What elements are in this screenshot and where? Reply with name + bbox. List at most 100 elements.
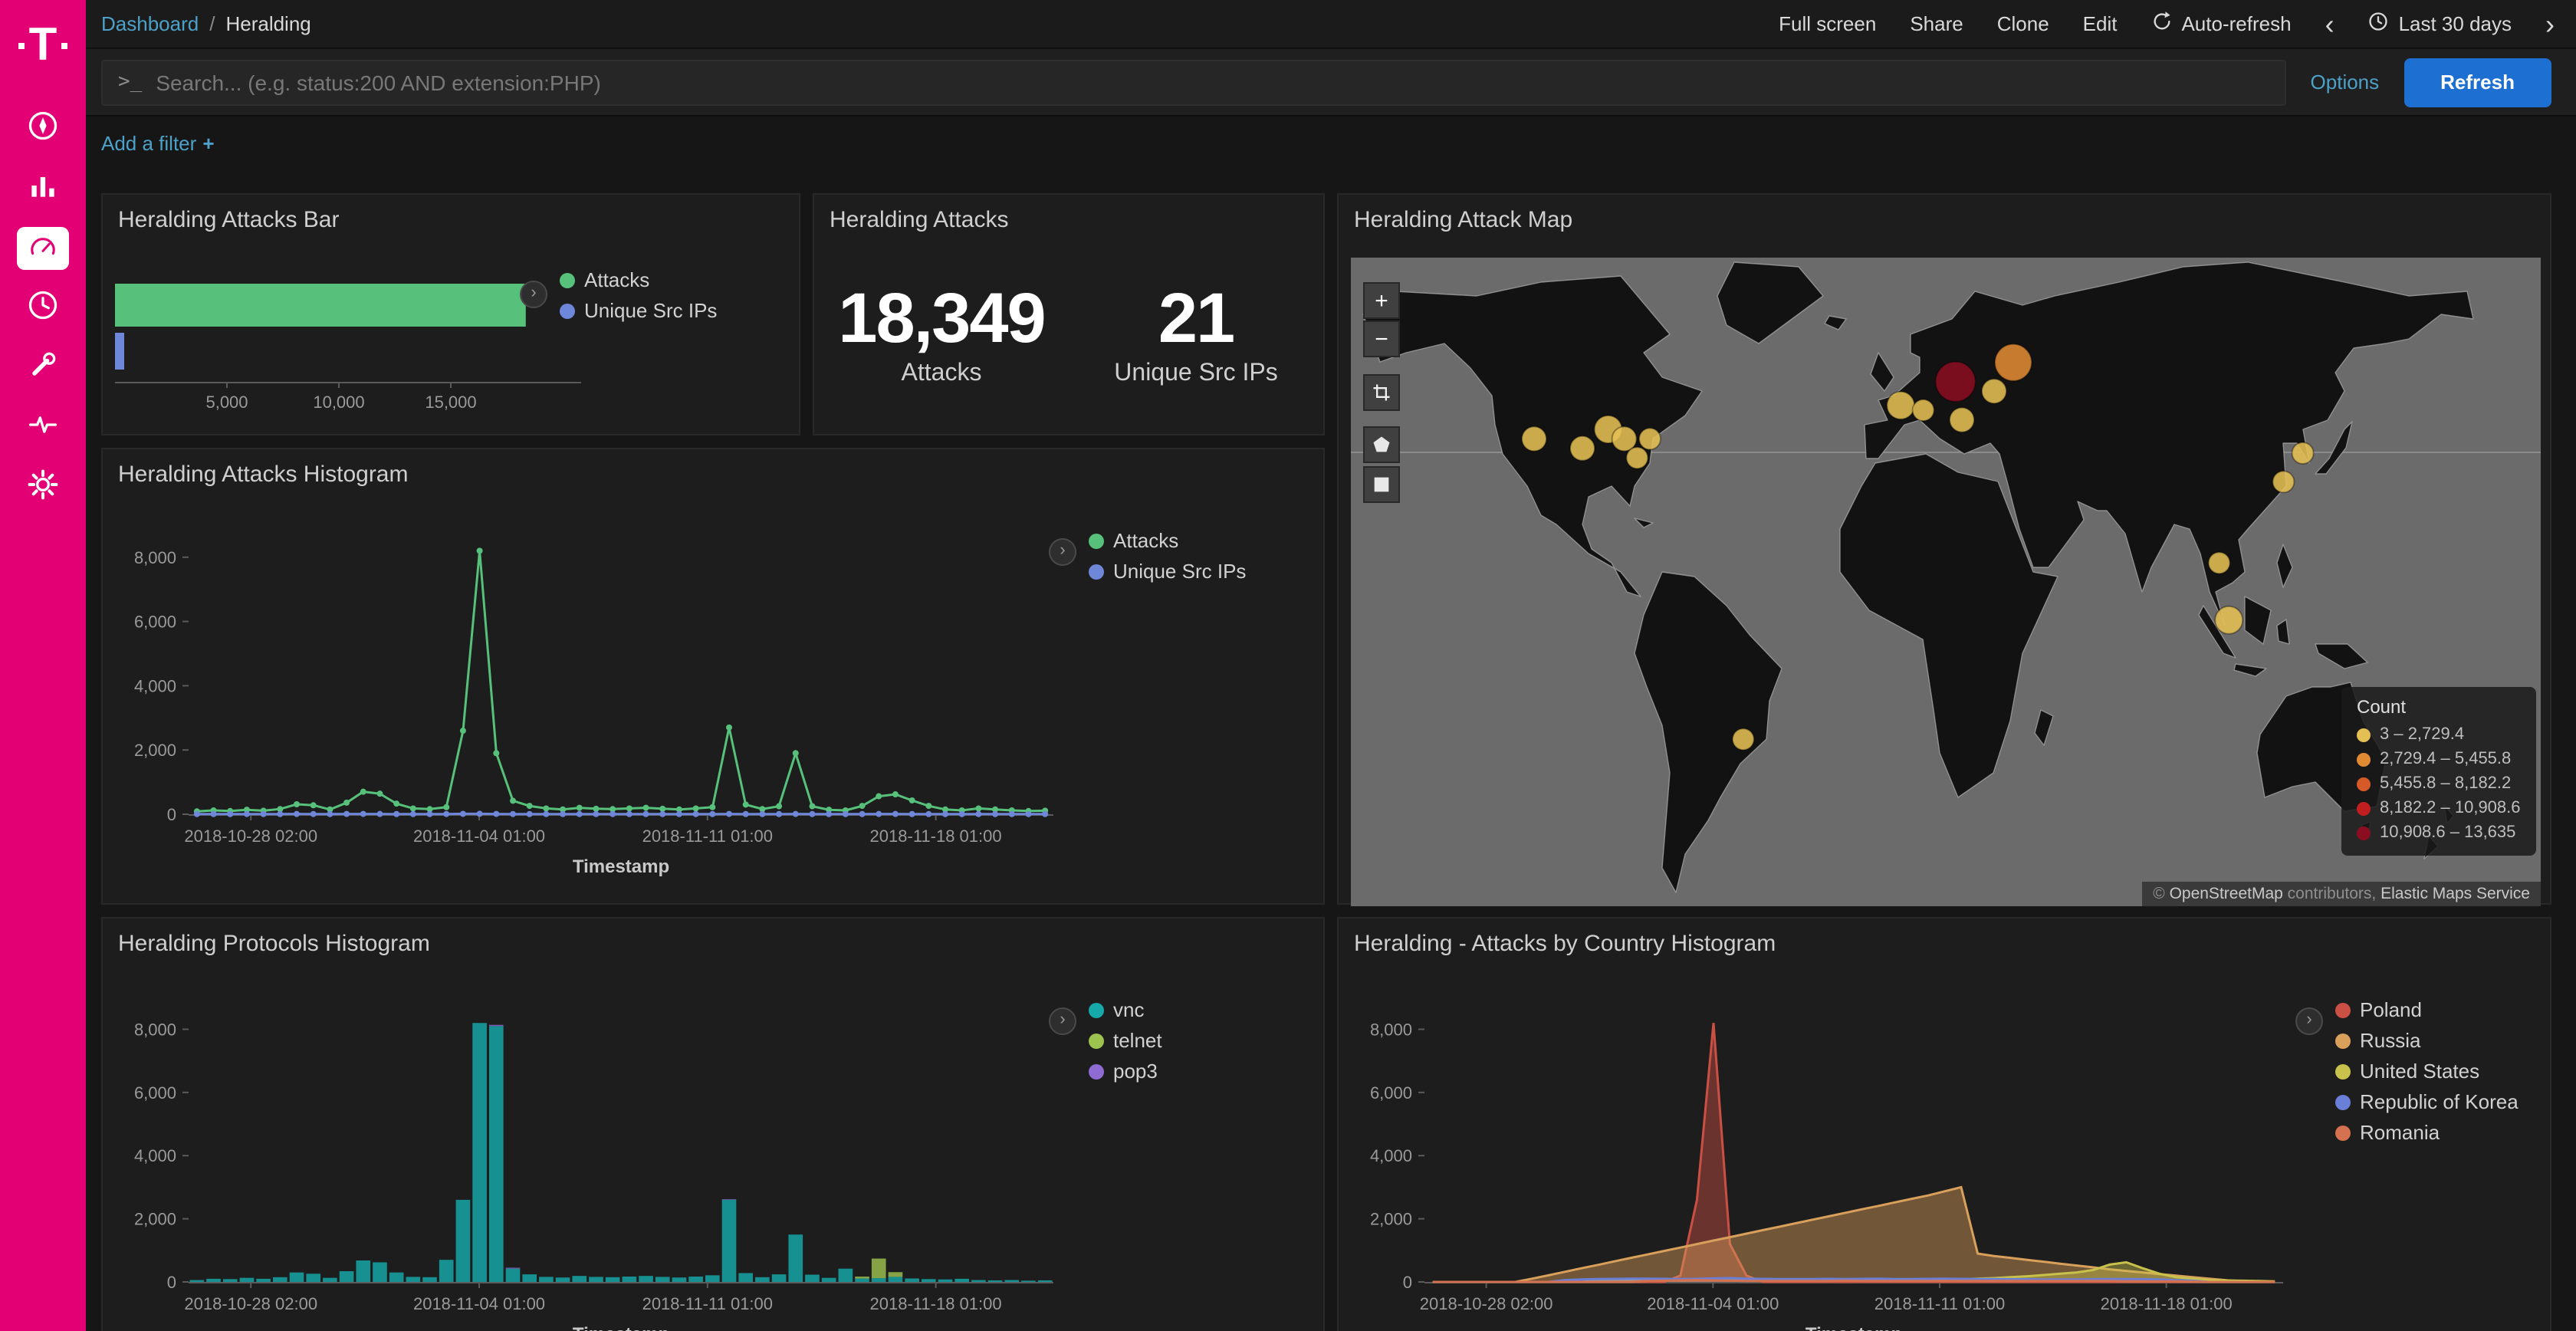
kibana-dashboard: T Dashboar	[0, 0, 2576, 1331]
svg-text:2018-11-04 01:00: 2018-11-04 01:00	[1647, 1294, 1779, 1313]
panel-heralding-country-histogram: Heralding - Attacks by Country Histogram…	[1337, 917, 2551, 1331]
legend-label: pop3	[1113, 1060, 1158, 1083]
legend-item[interactable]: United States	[2335, 1060, 2518, 1083]
time-range-picker[interactable]: Last 30 days	[2368, 11, 2512, 37]
metric-value: 21	[1069, 276, 1323, 359]
elastic-maps-service-link[interactable]: Elastic Maps Service	[2380, 885, 2530, 903]
search-box: >_	[101, 59, 2286, 105]
svg-text:Timestamp: Timestamp	[1806, 1324, 1902, 1331]
svg-text:2018-10-28 02:00: 2018-10-28 02:00	[184, 827, 317, 846]
clone-button[interactable]: Clone	[1997, 12, 2049, 35]
legend-color-dot	[2357, 728, 2371, 741]
sidebar-item-discover[interactable]	[0, 110, 86, 147]
legend-label: Unique Src IPs	[584, 299, 717, 322]
svg-text:0: 0	[167, 1273, 176, 1292]
query-prompt-icon: >_	[118, 71, 142, 94]
sidebar-item-dev-tools[interactable]	[0, 350, 86, 386]
legend-item[interactable]: Poland	[2335, 998, 2518, 1021]
legend-color-dot	[2357, 777, 2371, 790]
svg-text:2,000: 2,000	[134, 1210, 176, 1229]
svg-text:2018-11-11 01:00: 2018-11-11 01:00	[1875, 1294, 2005, 1313]
breadcrumb-current: Heralding	[225, 12, 310, 35]
auto-refresh-button[interactable]: Auto-refresh	[2150, 11, 2291, 37]
legend-toggle-icon[interactable]: ›	[1049, 1007, 1076, 1035]
legend-item[interactable]: telnet	[1089, 1029, 1162, 1052]
panel-heralding-attacks-metric: Heralding Attacks 18,349 Attacks 21 Uniq…	[813, 193, 1325, 435]
svg-text:8,000: 8,000	[1370, 1020, 1412, 1039]
legend-toggle-icon[interactable]: ›	[520, 281, 547, 308]
time-forward-button[interactable]: ›	[2545, 10, 2555, 38]
legend-color-dot	[2357, 752, 2371, 766]
metric-label: Unique Src IPs	[1069, 360, 1323, 388]
metric-attacks: 18,349 Attacks	[814, 276, 1069, 388]
refresh-button[interactable]: Refresh	[2404, 58, 2551, 107]
legend-label: vnc	[1113, 998, 1144, 1021]
svg-text:8,000: 8,000	[134, 1020, 176, 1039]
search-input[interactable]	[156, 70, 2284, 94]
legend-item[interactable]: Unique Src IPs	[1089, 560, 1246, 583]
legend-label: United States	[2360, 1060, 2479, 1083]
svg-text:2018-11-11 01:00: 2018-11-11 01:00	[642, 827, 773, 846]
time-back-button[interactable]: ‹	[2325, 10, 2334, 38]
draw-rectangle-button[interactable]	[1363, 466, 1400, 503]
breadcrumb-dashboard[interactable]: Dashboard	[101, 12, 199, 35]
svg-text:4,000: 4,000	[134, 1146, 176, 1165]
world-map[interactable]: + − Count 3 – 2,729.4 2,729.4 – 5,455.8 …	[1351, 258, 2541, 906]
legend-color-dot	[2357, 801, 2371, 815]
legend-item: 5,455.8 – 8,182.2	[2357, 771, 2521, 796]
query-options-link[interactable]: Options	[2311, 71, 2380, 94]
draw-polygon-button[interactable]	[1363, 426, 1400, 463]
topbar-actions: Full screen Share Clone Edit Auto-refres…	[1779, 10, 2555, 38]
svg-text:4,000: 4,000	[134, 676, 176, 695]
map-attribution: © OpenStreetMap contributors, Elastic Ma…	[2142, 882, 2541, 906]
full-screen-button[interactable]: Full screen	[1779, 12, 1876, 35]
bar-chart-icon	[26, 168, 60, 209]
legend-item[interactable]: pop3	[1089, 1060, 1162, 1083]
dashboard-gauge-icon	[17, 227, 69, 270]
legend-label: Russia	[2360, 1029, 2421, 1052]
sidebar: T	[0, 0, 86, 1331]
sidebar-item-management[interactable]	[0, 469, 86, 506]
filter-bar: Add a filter+	[86, 117, 215, 169]
svg-text:2018-10-28 02:00: 2018-10-28 02:00	[184, 1294, 317, 1313]
telekom-logo[interactable]: T	[0, 0, 86, 92]
sidebar-item-monitoring[interactable]	[0, 409, 86, 446]
zoom-out-button[interactable]: −	[1363, 320, 1400, 357]
legend-color-dot	[1089, 1063, 1104, 1079]
sidebar-item-visualize[interactable]	[0, 170, 86, 207]
legend-label: Poland	[2360, 998, 2422, 1021]
panel-heralding-attacks-histogram: Heralding Attacks Histogram 02,0004,0006…	[101, 448, 1325, 905]
legend-toggle-icon[interactable]: ›	[1049, 538, 1076, 566]
legend-item[interactable]: Attacks	[560, 268, 717, 291]
legend-item[interactable]: vnc	[1089, 998, 1162, 1021]
sidebar-item-dashboard[interactable]	[0, 230, 86, 267]
legend-label: Unique Src IPs	[1113, 560, 1246, 583]
panel-title: Heralding Attacks Histogram	[103, 449, 1323, 491]
logo-dot	[18, 43, 25, 49]
legend-item[interactable]: Republic of Korea	[2335, 1090, 2518, 1113]
legend-color-dot	[1089, 533, 1104, 548]
legend-item[interactable]: Attacks	[1089, 529, 1246, 552]
legend-item: 3 – 2,729.4	[2357, 722, 2521, 747]
legend-item[interactable]: Russia	[2335, 1029, 2518, 1052]
legend-color-dot	[1089, 564, 1104, 579]
svg-text:2018-10-28 02:00: 2018-10-28 02:00	[1420, 1294, 1553, 1313]
panel-heralding-protocols-histogram: Heralding Protocols Histogram 02,0004,00…	[101, 917, 1325, 1331]
attacks-bar-chart[interactable]: 5,00010,00015,000	[103, 232, 802, 419]
legend-item[interactable]: Romania	[2335, 1121, 2518, 1144]
svg-text:2,000: 2,000	[134, 741, 176, 760]
svg-text:2018-11-04 01:00: 2018-11-04 01:00	[413, 827, 545, 846]
metric-label: Attacks	[814, 360, 1069, 388]
legend-item[interactable]: Unique Src IPs	[560, 299, 717, 322]
svg-text:4,000: 4,000	[1370, 1146, 1412, 1165]
wrench-icon	[26, 347, 60, 389]
zoom-in-button[interactable]: +	[1363, 282, 1400, 319]
fit-bounds-button[interactable]	[1363, 374, 1400, 411]
openstreetmap-link[interactable]: OpenStreetMap	[2170, 885, 2283, 903]
sidebar-item-timelion[interactable]	[0, 290, 86, 327]
share-button[interactable]: Share	[1910, 12, 1963, 35]
legend-toggle-icon[interactable]: ›	[2295, 1007, 2323, 1035]
add-filter-link[interactable]: Add a filter+	[101, 131, 215, 154]
legend-label: Attacks	[1113, 529, 1178, 552]
edit-button[interactable]: Edit	[2083, 12, 2118, 35]
